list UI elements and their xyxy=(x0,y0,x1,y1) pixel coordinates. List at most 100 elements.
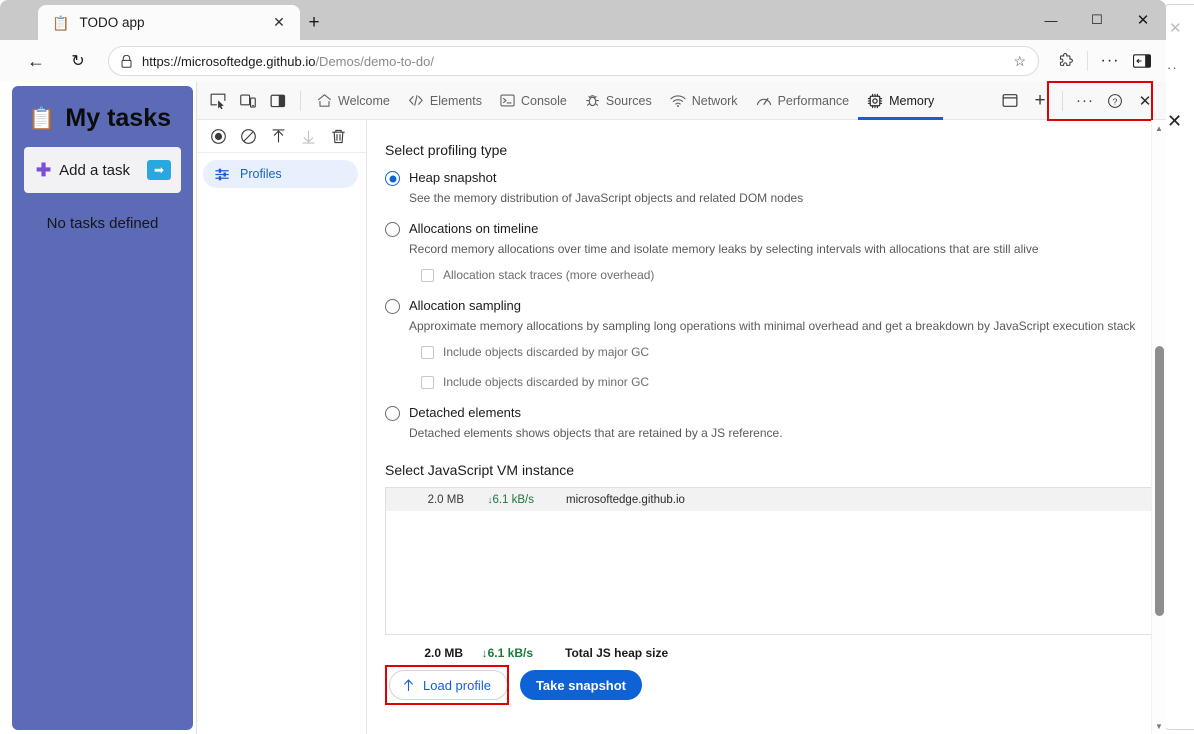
toolbar-divider xyxy=(1087,51,1088,71)
scrollbar-thumb[interactable] xyxy=(1155,346,1164,616)
web-page-viewport: 📋 My tasks ✚ Add a task ➡ No tasks defin… xyxy=(0,82,196,734)
chip-icon xyxy=(867,93,883,109)
tab-console[interactable]: Console xyxy=(491,82,576,120)
tabstrip-actions-divider xyxy=(1062,91,1063,111)
take-snapshot-label: Take snapshot xyxy=(536,678,626,693)
option-allocation-sampling[interactable]: Allocation sampling xyxy=(385,298,1166,314)
inspect-element-icon[interactable] xyxy=(204,88,232,114)
empty-state-message: No tasks defined xyxy=(24,215,181,232)
radio-detached-elements[interactable] xyxy=(385,406,400,421)
puzzle-icon[interactable] xyxy=(1049,45,1081,77)
tab-memory[interactable]: Memory xyxy=(858,82,943,120)
dock-side-icon[interactable] xyxy=(264,88,292,114)
device-emulation-icon[interactable] xyxy=(234,88,262,114)
url-path: /Demos/demo-to-do/ xyxy=(315,54,434,69)
sidebar-item-label: Profiles xyxy=(240,167,282,181)
submit-arrow-icon[interactable]: ➡ xyxy=(147,160,171,180)
minimize-icon[interactable]: — xyxy=(1028,0,1074,40)
url-host: https://microsoftedge.github.io xyxy=(142,54,315,69)
add-task-input[interactable]: Add a task xyxy=(59,162,147,179)
checkbox-minor-gc[interactable] xyxy=(421,376,434,389)
code-icon xyxy=(408,93,424,108)
sidebar-item-profiles[interactable]: Profiles xyxy=(203,160,358,188)
scroll-down-arrow-icon[interactable]: ▼ xyxy=(1152,718,1167,734)
option-description: Detached elements shows objects that are… xyxy=(409,426,1166,440)
status-rate-value: 6.1 kB/s xyxy=(488,646,533,660)
new-tab-button[interactable]: + xyxy=(300,9,328,37)
tabstrip-divider xyxy=(300,91,301,111)
favorite-star-icon[interactable]: ☆ xyxy=(1013,53,1026,70)
suboption-allocation-stack-traces[interactable]: Allocation stack traces (more overhead) xyxy=(421,268,1166,282)
close-devtools-icon[interactable]: ✕ xyxy=(1131,88,1159,114)
background-window: ✕ ·· ✕ xyxy=(1162,4,1194,730)
tab-elements[interactable]: Elements xyxy=(399,82,491,120)
suboption-label: Allocation stack traces (more overhead) xyxy=(443,268,654,282)
tab-network[interactable]: Network xyxy=(661,82,747,120)
back-icon[interactable]: ← xyxy=(20,45,52,77)
radio-allocation-sampling[interactable] xyxy=(385,299,400,314)
option-description: Approximate memory allocations by sampli… xyxy=(409,319,1166,333)
panel-icon[interactable] xyxy=(996,88,1024,114)
browser-tab-todo-app[interactable]: 📋 TODO app ✕ xyxy=(38,5,300,40)
tab-welcome[interactable]: Welcome xyxy=(308,82,399,120)
radio-allocations-on-timeline[interactable] xyxy=(385,222,400,237)
sliders-icon xyxy=(215,167,230,182)
devtools-scrollbar[interactable]: ▲ ▼ xyxy=(1151,120,1166,734)
clipboard-icon: 📋 xyxy=(52,16,69,30)
option-label: Allocation sampling xyxy=(409,298,521,313)
scroll-up-arrow-icon[interactable]: ▲ xyxy=(1152,120,1167,136)
load-profile-button[interactable]: Load profile xyxy=(389,670,508,700)
table-row[interactable]: 2.0 MB ↓6.1 kB/s microsoftedge.github.io xyxy=(386,488,1152,511)
option-label: Heap snapshot xyxy=(409,170,496,185)
record-icon[interactable] xyxy=(203,123,233,149)
vm-row-host: microsoftedge.github.io xyxy=(540,494,685,506)
clear-icon[interactable] xyxy=(233,123,263,149)
suboption-minor-gc[interactable]: Include objects discarded by minor GC xyxy=(421,375,1166,389)
option-heap-snapshot[interactable]: Heap snapshot xyxy=(385,170,1166,186)
more-options-icon[interactable]: ··· xyxy=(1071,88,1099,114)
checkbox-major-gc[interactable] xyxy=(421,346,434,359)
tab-sources[interactable]: Sources xyxy=(576,82,661,120)
vm-row-rate: ↓6.1 kB/s xyxy=(464,494,540,506)
add-tab-button[interactable]: + xyxy=(1026,88,1054,114)
upload-arrow-icon xyxy=(402,678,415,692)
close-window-icon[interactable]: ✕ xyxy=(1120,0,1166,40)
page-content: 📋 My tasks ✚ Add a task ➡ No tasks defin… xyxy=(0,82,1166,734)
settings-more-icon[interactable]: ··· xyxy=(1094,45,1126,77)
option-detached-elements[interactable]: Detached elements xyxy=(385,405,1166,421)
close-icon[interactable]: ✕ xyxy=(268,12,290,34)
load-profile-icon[interactable] xyxy=(263,123,293,149)
home-icon xyxy=(317,93,332,108)
bug-icon xyxy=(585,93,600,108)
tab-performance[interactable]: Performance xyxy=(747,82,859,120)
maximize-icon[interactable]: ☐ xyxy=(1074,0,1120,40)
suboption-major-gc[interactable]: Include objects discarded by major GC xyxy=(421,345,1166,359)
option-description: Record memory allocations over time and … xyxy=(409,242,1166,256)
add-task-input-row[interactable]: ✚ Add a task ➡ xyxy=(24,147,181,193)
help-icon[interactable]: ? xyxy=(1101,88,1129,114)
address-bar[interactable]: https://microsoftedge.github.io/Demos/de… xyxy=(108,46,1039,76)
background-window-dots-icon: ·· xyxy=(1167,61,1178,74)
tab-label: Console xyxy=(521,94,567,108)
save-profile-icon xyxy=(293,123,323,149)
clipboard-emoji-icon: 📋 xyxy=(28,106,55,132)
sidebar-icon[interactable] xyxy=(1126,45,1158,77)
vm-instance-heading: Select JavaScript VM instance xyxy=(385,462,1166,478)
page-title: 📋 My tasks xyxy=(28,104,181,133)
devtools-tabstrip: Welcome Elements Console xyxy=(197,82,1166,120)
scrollbar-track[interactable] xyxy=(1152,136,1167,718)
load-profile-label: Load profile xyxy=(423,678,491,693)
option-allocations-on-timeline[interactable]: Allocations on timeline xyxy=(385,221,1166,237)
tab-label: Memory xyxy=(889,94,934,108)
terminal-icon xyxy=(500,93,515,108)
checkbox-allocation-stack-traces[interactable] xyxy=(421,269,434,282)
gauge-icon xyxy=(756,94,772,108)
status-rate: ↓6.1 kB/s xyxy=(463,646,539,660)
delete-icon[interactable] xyxy=(323,123,353,149)
toolbar-right-group: ··· xyxy=(1049,45,1158,77)
status-label: Total JS heap size xyxy=(539,646,668,660)
reload-icon[interactable]: ↻ xyxy=(62,45,94,77)
radio-heap-snapshot[interactable] xyxy=(385,171,400,186)
take-snapshot-button[interactable]: Take snapshot xyxy=(520,670,642,700)
memory-action-buttons: Load profile Take snapshot xyxy=(389,670,1166,700)
